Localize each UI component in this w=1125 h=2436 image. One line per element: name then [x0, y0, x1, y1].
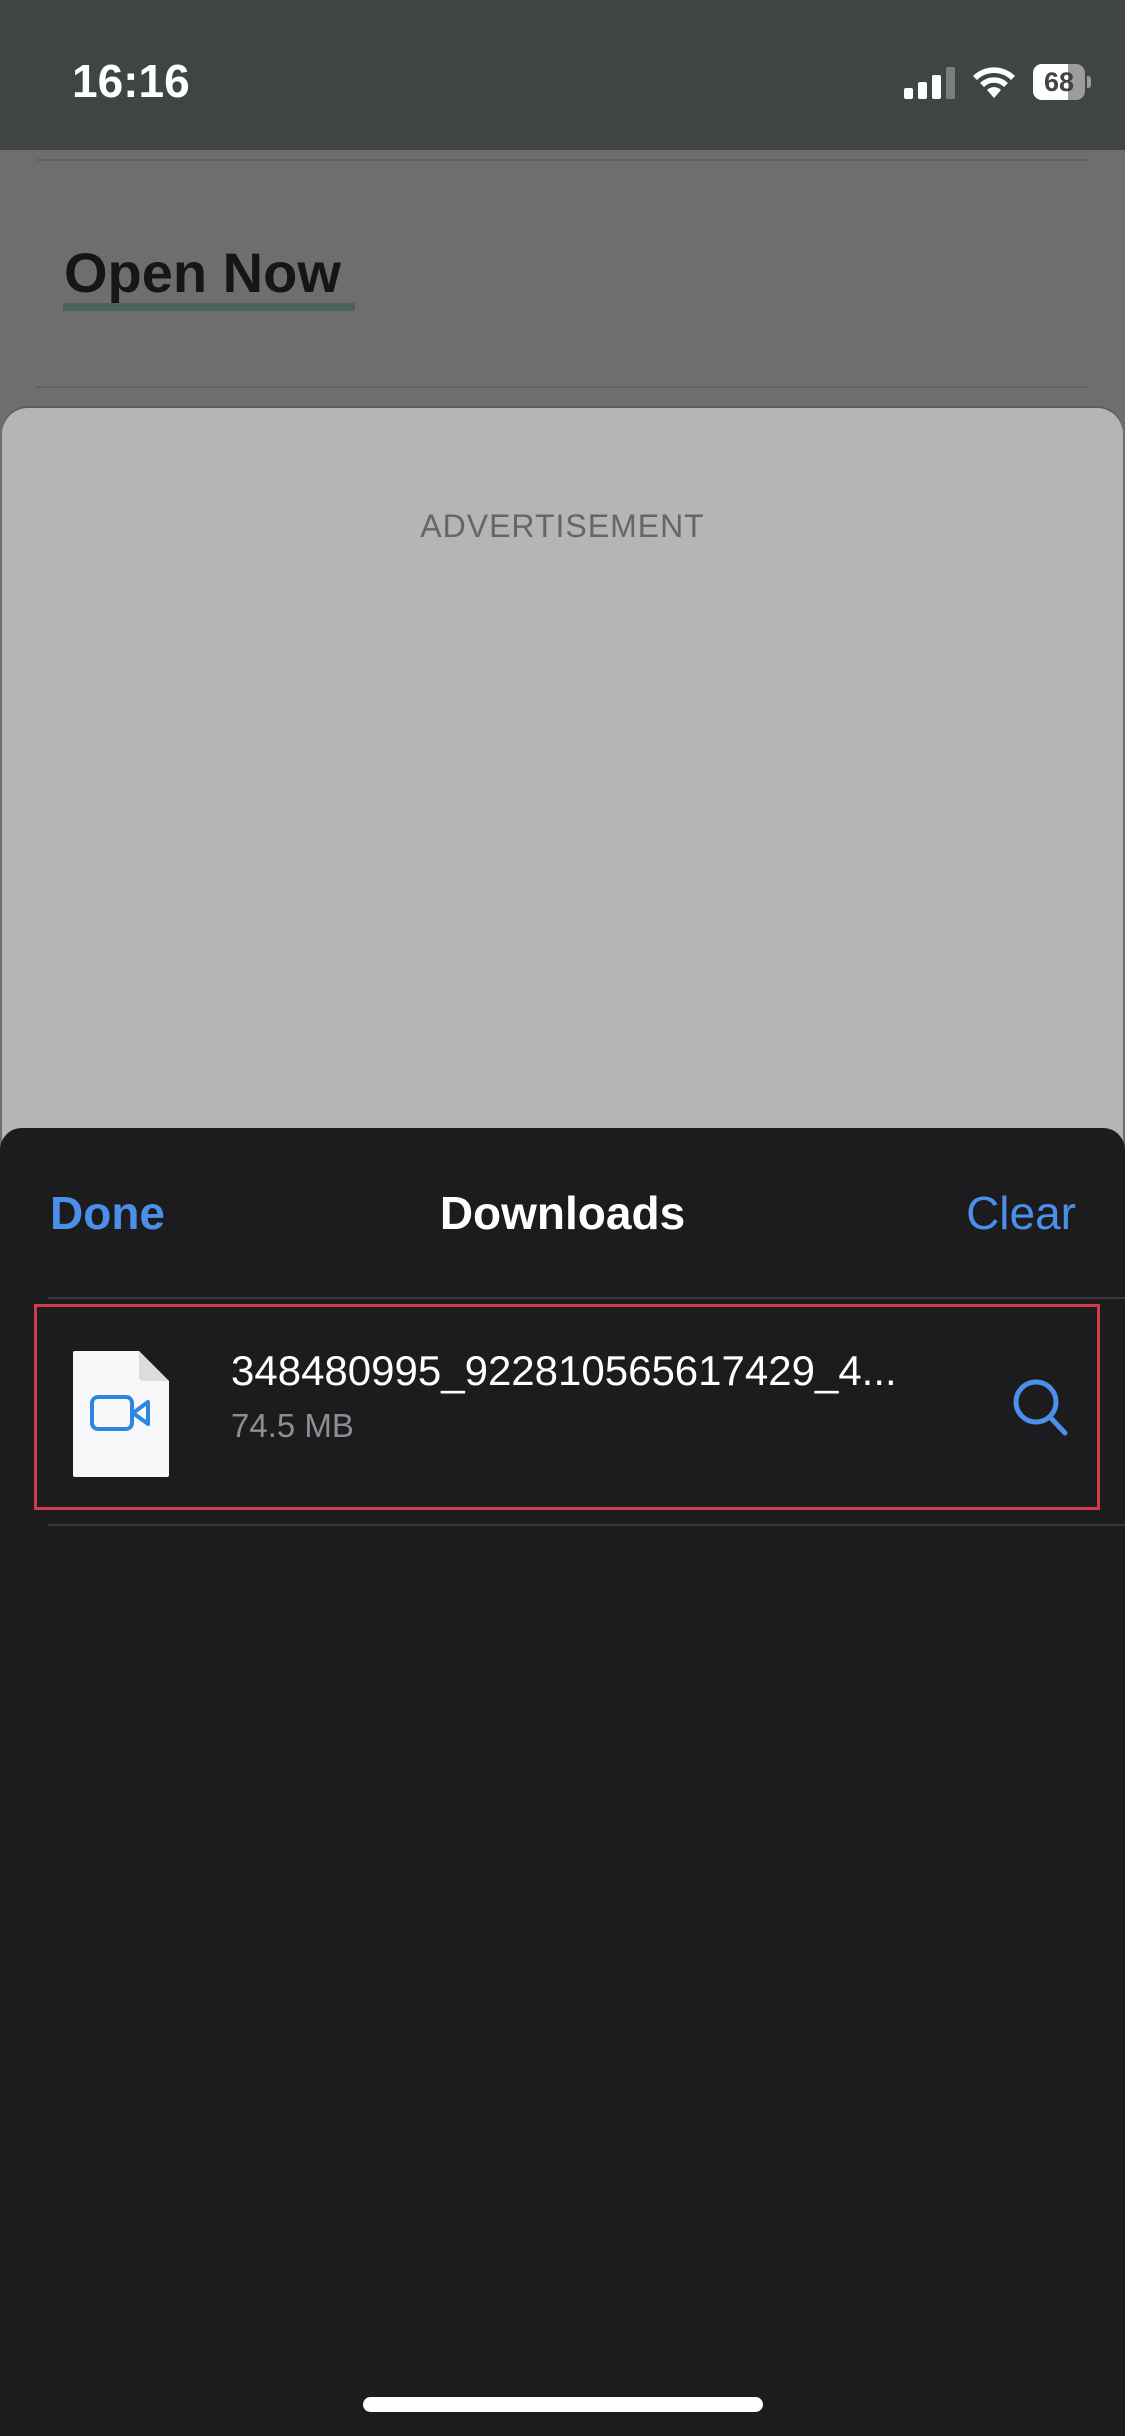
battery-percent: 68: [1043, 67, 1075, 97]
home-indicator[interactable]: [363, 2397, 763, 2412]
page-divider: [36, 159, 1088, 161]
status-icons: 68: [904, 62, 1091, 102]
signal-bar: [904, 88, 913, 99]
sheet-header: Done Downloads Clear: [0, 1128, 1125, 1296]
battery-icon: 68: [1033, 64, 1091, 100]
open-now-underline: [63, 303, 355, 311]
advertisement-label: ADVERTISEMENT: [420, 508, 705, 544]
list-divider: [48, 1297, 1125, 1299]
open-now-link[interactable]: Open Now: [64, 240, 341, 305]
status-time: 16:16: [72, 55, 190, 107]
list-divider: [48, 1524, 1125, 1526]
file-size: 74.5 MB: [231, 1407, 354, 1444]
video-file-icon: [73, 1351, 169, 1477]
download-list-item[interactable]: 348480995_922810565617429_4... 74.5 MB: [34, 1304, 1100, 1510]
clear-button[interactable]: Clear: [966, 1186, 1076, 1240]
wifi-icon: [973, 67, 1015, 98]
battery-body: 68: [1033, 64, 1085, 100]
battery-tip: [1087, 76, 1091, 88]
magnifying-glass-icon[interactable]: [1009, 1375, 1073, 1439]
signal-bar: [932, 75, 941, 99]
cellular-signal-icon: [904, 65, 955, 99]
page-divider: [36, 386, 1088, 388]
downloads-sheet: Done Downloads Clear 348480995_922810565…: [0, 1128, 1125, 2436]
advertisement-card: ADVERTISEMENT: [2, 408, 1123, 1168]
sheet-title: Downloads: [439, 1187, 686, 1239]
signal-bar: [946, 67, 955, 99]
signal-bar: [918, 82, 927, 99]
file-name: 348480995_922810565617429_4...: [231, 1347, 897, 1394]
status-bar: 16:16 68: [0, 0, 1125, 150]
